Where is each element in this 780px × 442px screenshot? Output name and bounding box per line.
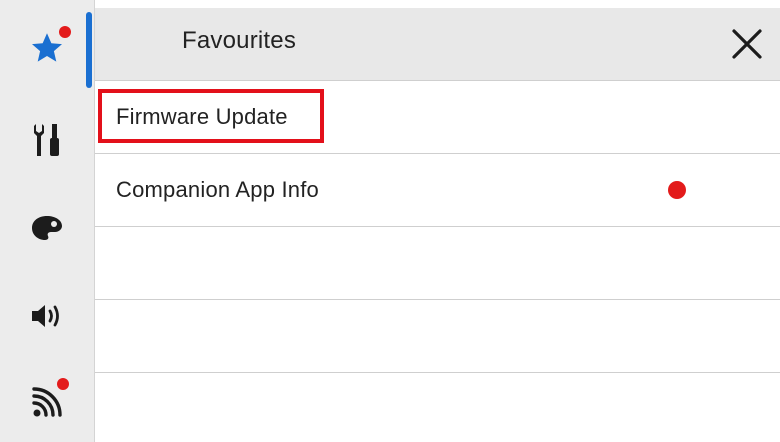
- favourites-list: Firmware Update Companion App Info: [95, 81, 780, 442]
- sidebar-rail: [0, 0, 95, 442]
- rss-icon: [27, 378, 69, 422]
- list-item-empty[interactable]: [95, 300, 780, 373]
- active-tab-indicator: [86, 12, 92, 88]
- list-item-firmware-update[interactable]: Firmware Update: [95, 81, 780, 154]
- favourites-panel: Favourites Firmware Update Companion App…: [95, 8, 780, 442]
- page-title: Favourites: [182, 27, 297, 54]
- list-item-companion-app-info[interactable]: Companion App Info: [95, 154, 780, 227]
- sidebar-item-sound[interactable]: [0, 280, 94, 352]
- list-item-label: Companion App Info: [116, 177, 319, 202]
- close-button[interactable]: [728, 25, 766, 63]
- app-window: Favourites Firmware Update Companion App…: [0, 0, 780, 442]
- notification-badge: [57, 378, 69, 390]
- panel-header: Favourites: [95, 8, 780, 81]
- notification-dot: [668, 181, 686, 199]
- sidebar-item-tools[interactable]: [0, 104, 94, 176]
- volume-icon: [27, 296, 67, 336]
- list-item-empty[interactable]: [95, 227, 780, 300]
- list-item-empty[interactable]: [95, 373, 780, 442]
- sidebar-item-favourites[interactable]: [0, 12, 94, 84]
- star-icon: [27, 26, 71, 68]
- list-item-label: Firmware Update: [116, 104, 288, 129]
- sidebar-item-theme[interactable]: [0, 192, 94, 264]
- close-icon: [732, 29, 762, 59]
- sidebar-item-connectivity[interactable]: [0, 366, 94, 438]
- notification-badge: [59, 26, 71, 38]
- palette-icon: [27, 208, 67, 248]
- tools-icon: [27, 120, 67, 160]
